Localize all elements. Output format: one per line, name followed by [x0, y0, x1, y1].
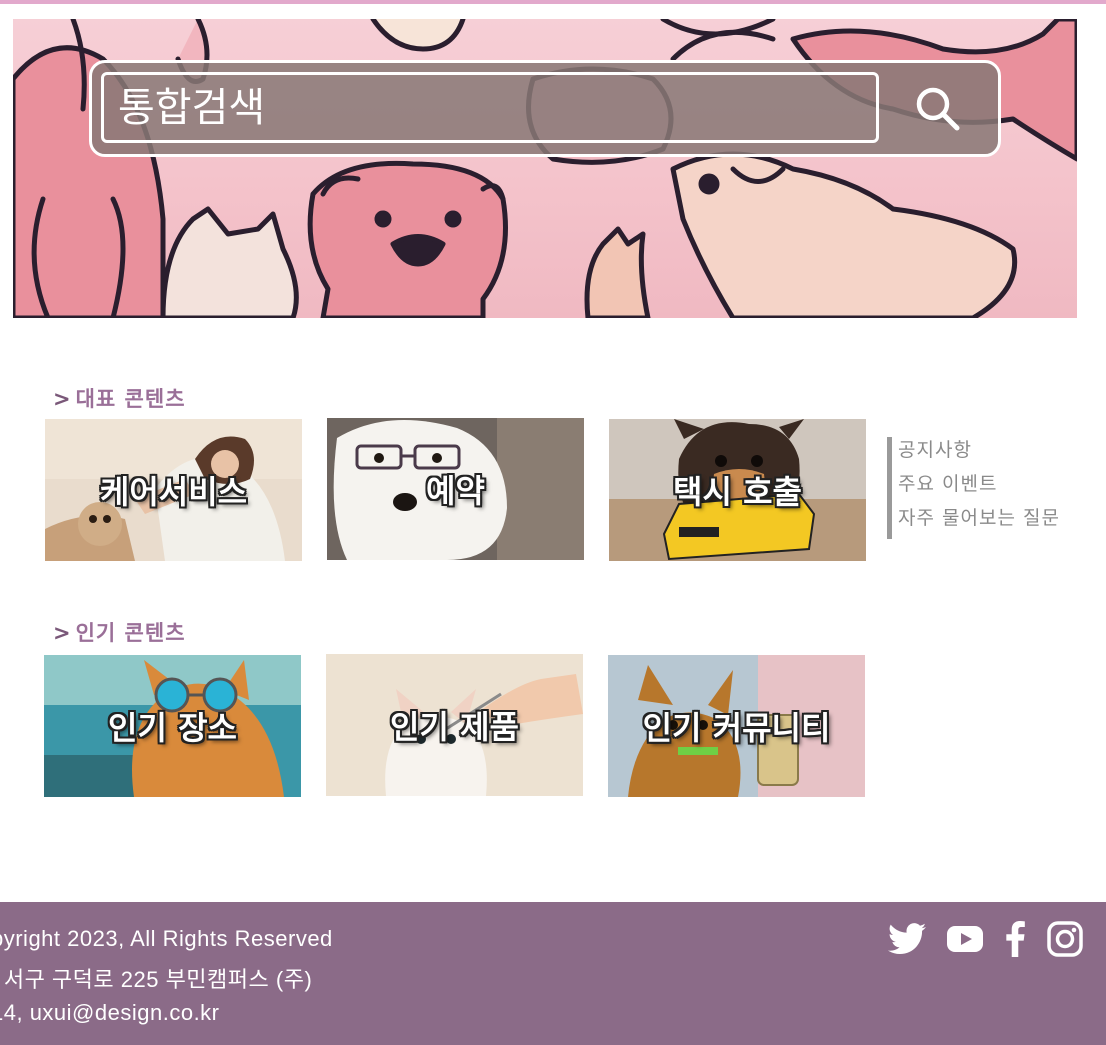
card-popular-products[interactable]: 인기 제품: [326, 654, 583, 796]
card-popular-places[interactable]: 인기 장소: [44, 655, 301, 797]
card-label: 케어서비스: [99, 473, 248, 511]
facebook-icon: [1006, 921, 1025, 957]
facebook-link[interactable]: [995, 919, 1035, 959]
card-care-service[interactable]: 케어서비스: [45, 419, 302, 561]
search-input[interactable]: [101, 72, 879, 143]
side-link-events[interactable]: 주요 이벤트: [887, 471, 1060, 505]
twitter-icon: [888, 923, 926, 955]
side-link-notice[interactable]: 공지사항: [887, 437, 1060, 471]
twitter-link[interactable]: [887, 919, 927, 959]
card-label: 인기 제품: [390, 708, 519, 746]
search-icon: [916, 87, 960, 131]
card-reservation[interactable]: 예약: [327, 418, 584, 560]
featured-section-title-text: 대표 콘텐츠: [75, 387, 186, 411]
card-label: 택시 호출: [673, 473, 802, 511]
youtube-icon: [947, 926, 983, 952]
footer-contact: 14, uxui@design.co.kr: [0, 1000, 220, 1025]
featured-section-title: > 대표 콘텐츠: [53, 383, 186, 413]
chevron-right-icon: >: [53, 387, 72, 411]
side-link-list: 공지사항 주요 이벤트 자주 물어보는 질문: [887, 437, 1060, 539]
search-button[interactable]: [900, 78, 976, 140]
instagram-link[interactable]: [1045, 919, 1085, 959]
card-label: 예약: [426, 472, 485, 510]
instagram-icon: [1047, 921, 1083, 957]
footer-copyright: pyright 2023, All Rights Reserved: [0, 926, 333, 951]
card-taxi-call[interactable]: 택시 호출: [609, 419, 866, 561]
top-accent-line: [0, 0, 1106, 4]
card-label: 인기 커뮤니티: [642, 709, 831, 747]
footer-address: | 서구 구덕로 225 부민캠퍼스 (주): [0, 967, 313, 992]
card-label: 인기 장소: [108, 709, 237, 747]
chevron-right-icon: >: [53, 621, 72, 645]
card-popular-community[interactable]: 인기 커뮤니티: [608, 655, 865, 797]
footer: pyright 2023, All Rights Reserved | 서구 구…: [0, 902, 1106, 1045]
youtube-link[interactable]: [945, 919, 985, 959]
side-link-faq[interactable]: 자주 물어보는 질문: [887, 505, 1060, 539]
popular-section-title: > 인기 콘텐츠: [53, 617, 186, 647]
popular-section-title-text: 인기 콘텐츠: [75, 621, 186, 645]
